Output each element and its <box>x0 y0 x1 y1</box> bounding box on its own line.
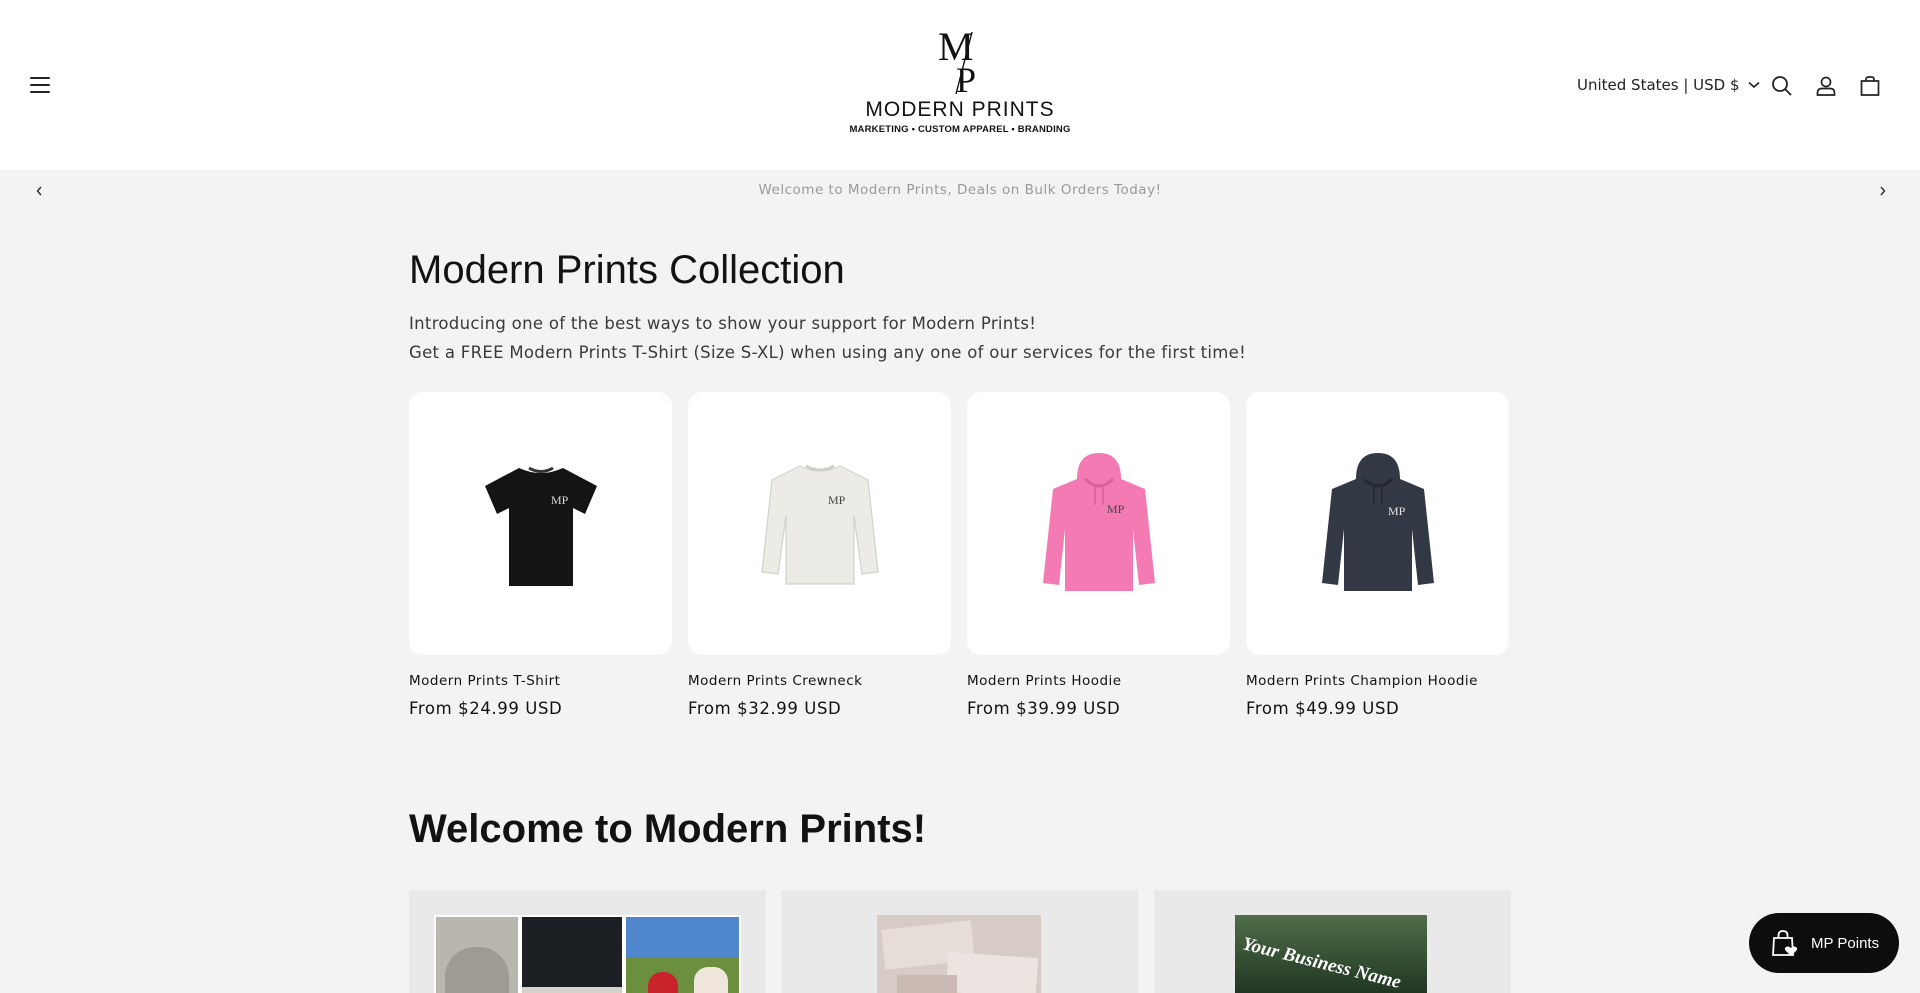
product-card-crewneck[interactable]: MP Modern Prints Crewneck From $32.99 US… <box>688 392 951 718</box>
hoodie-image: MP <box>1042 452 1155 591</box>
logo-name: MODERN PRINTS <box>865 98 1055 121</box>
product-card-tshirt[interactable]: MP Modern Prints T-Shirt From $24.99 USD <box>409 392 672 718</box>
champion-hoodie-image: MP <box>1321 452 1434 591</box>
feature-tile-business-cards[interactable] <box>781 890 1138 993</box>
product-price: From $39.99 USD <box>967 699 1121 718</box>
announcement-bar: Welcome to Modern Prints, Deals on Bulk … <box>0 178 1920 204</box>
product-card-hoodie[interactable]: MP Modern Prints Hoodie From $39.99 USD <box>967 392 1230 718</box>
chevron-right-icon[interactable] <box>1872 182 1892 200</box>
svg-text:MP: MP <box>1388 504 1406 518</box>
site-header: M P MODERN PRINTS MARKETING • CUSTOM APP… <box>0 0 1920 170</box>
locale-label: United States | USD $ <box>1577 76 1740 94</box>
svg-text:P: P <box>956 60 976 94</box>
svg-text:MP: MP <box>828 493 846 507</box>
collection-title: Modern Prints Collection <box>409 248 845 292</box>
product-image[interactable]: MP <box>688 392 951 655</box>
logo-monogram: M P <box>938 24 976 94</box>
product-price: From $49.99 USD <box>1246 699 1400 718</box>
collage-image <box>434 915 741 993</box>
collection-description-line1: Introducing one of the best ways to show… <box>409 314 1037 333</box>
product-name[interactable]: Modern Prints T-Shirt <box>409 673 672 689</box>
feature-tile-apparel-collage[interactable] <box>409 890 766 993</box>
product-card-champion-hoodie[interactable]: MP Modern Prints Champion Hoodie From $4… <box>1246 392 1509 718</box>
collection-description-line2: Get a FREE Modern Prints T-Shirt (Size S… <box>409 343 1247 362</box>
product-image[interactable]: MP <box>409 392 672 655</box>
product-price: From $32.99 USD <box>688 699 842 718</box>
mp-points-label: MP Points <box>1811 934 1880 952</box>
svg-text:MP: MP <box>1107 502 1125 516</box>
welcome-title: Welcome to Modern Prints! <box>409 807 927 851</box>
menu-icon[interactable] <box>30 75 52 95</box>
search-icon[interactable] <box>1770 74 1794 98</box>
site-logo[interactable]: M P MODERN PRINTS MARKETING • CUSTOM APP… <box>840 20 1080 155</box>
svg-text:MP: MP <box>551 493 569 507</box>
mp-points-launcher[interactable]: MP Points <box>1749 913 1899 973</box>
product-image[interactable]: MP <box>1246 392 1509 655</box>
product-name[interactable]: Modern Prints Champion Hoodie <box>1246 673 1509 689</box>
shopping-bag-heart-icon <box>1772 930 1798 956</box>
cart-icon[interactable] <box>1858 74 1882 98</box>
signage-image: Your Business Name <box>1235 915 1427 993</box>
chevron-down-icon <box>1747 81 1760 89</box>
announcement-text: Welcome to Modern Prints, Deals on Bulk … <box>758 182 1162 198</box>
tshirt-image: MP <box>484 466 597 586</box>
feature-tile-signage[interactable]: Your Business Name <box>1154 890 1511 993</box>
product-image[interactable]: MP <box>967 392 1230 655</box>
business-cards-image <box>877 915 1041 993</box>
logo-tagline: MARKETING • CUSTOM APPAREL • BRANDING <box>849 124 1071 135</box>
product-name[interactable]: Modern Prints Hoodie <box>967 673 1230 689</box>
product-name[interactable]: Modern Prints Crewneck <box>688 673 951 689</box>
country-currency-selector[interactable]: United States | USD $ <box>1577 76 1760 94</box>
account-icon[interactable] <box>1814 74 1838 98</box>
crewneck-image: MP <box>760 464 879 585</box>
product-price: From $24.99 USD <box>409 699 563 718</box>
